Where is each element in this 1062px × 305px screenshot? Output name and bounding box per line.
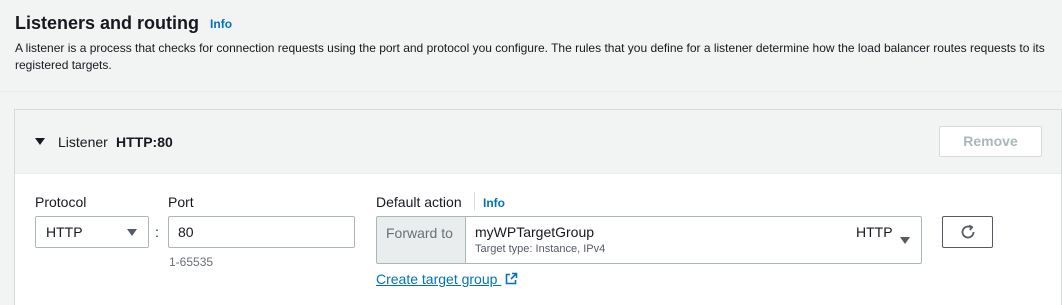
chevron-down-icon [900,237,910,244]
listener-panel: Listener HTTP:80 Remove Protocol HTTP : … [14,109,1062,305]
target-group-protocol: HTTP [856,224,893,240]
info-link[interactable]: Info [210,17,232,31]
section-title: Listeners and routing Info [15,13,232,34]
default-action-label: Default action [376,194,462,210]
divider [474,192,475,210]
target-group-name: myWPTargetGroup [475,224,595,240]
chevron-down-icon [127,229,137,236]
default-action-info-link[interactable]: Info [483,196,505,210]
port-value: 80 [178,224,194,240]
external-link-icon [505,272,518,285]
section-title-text: Listeners and routing [15,13,200,33]
protocol-label: Protocol [35,194,87,210]
protocol-select[interactable]: HTTP [35,216,149,248]
refresh-icon [961,224,975,239]
create-target-group-text: Create target group [376,271,498,287]
protocol-port-separator: : [155,224,159,240]
forward-to-label: Forward to [376,216,465,264]
listener-panel-header: Listener HTTP:80 Remove [15,110,1061,174]
section-description: A listener is a process that checks for … [15,41,1045,72]
section-header: Listeners and routing Info A listener is… [0,0,1062,92]
target-group-details: Target type: Instance, IPv4 [475,243,606,255]
remove-button: Remove [939,126,1042,157]
protocol-value: HTTP [46,224,83,240]
port-hint: 1-65535 [169,255,214,269]
port-input[interactable]: 80 [168,216,355,248]
refresh-button[interactable] [942,216,993,248]
port-label: Port [168,194,194,210]
listener-value: HTTP:80 [116,134,173,150]
target-group-select[interactable]: myWPTargetGroup Target type: Instance, I… [465,216,922,264]
caret-down-icon[interactable] [35,138,45,145]
create-target-group-link[interactable]: Create target group [376,271,518,287]
listener-label: Listener [58,134,108,150]
